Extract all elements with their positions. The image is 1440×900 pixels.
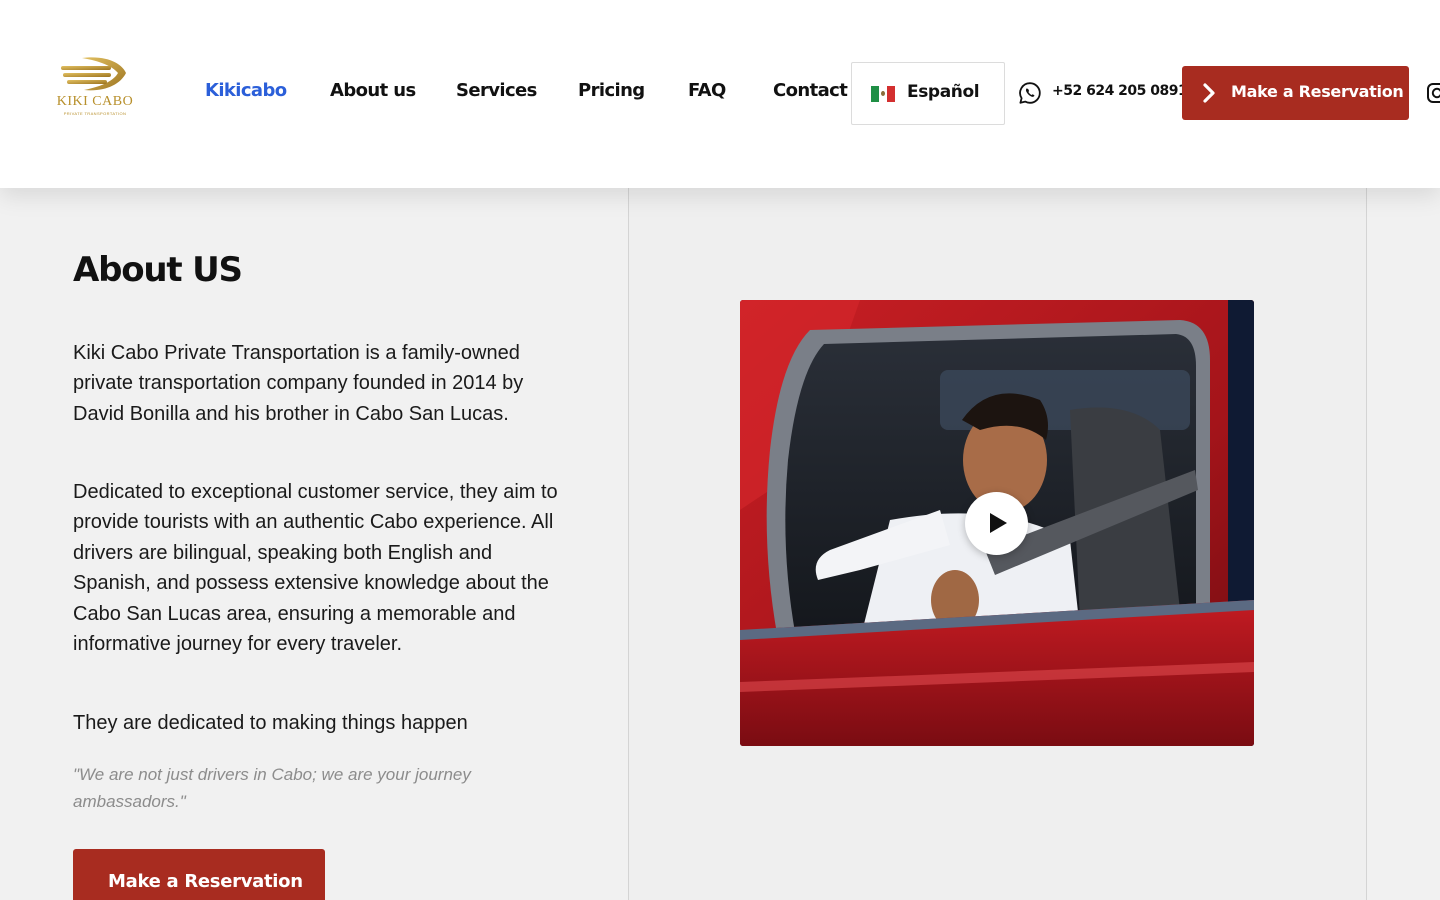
site-header: KIKI CABO PRIVATE TRANSPORTATION Kikicab…	[0, 0, 1440, 188]
about-video[interactable]	[740, 300, 1254, 746]
about-paragraph-1: Kiki Cabo Private Transportation is a fa…	[73, 342, 524, 425]
logo-emblem-icon	[61, 57, 126, 91]
language-label: Español	[907, 82, 980, 102]
about-paragraph-2: Dedicated to exceptional customer servic…	[73, 481, 558, 656]
make-reservation-cta-label: Make a Reservation	[108, 871, 303, 892]
play-icon[interactable]	[965, 492, 1028, 555]
about-paragraph-3: They are dedicated to making things happ…	[73, 712, 468, 734]
about-title: About US	[73, 250, 243, 290]
nav-faq[interactable]: FAQ	[688, 80, 726, 101]
instagram-icon[interactable]	[1426, 82, 1440, 104]
make-reservation-label: Make a Reservation	[1231, 82, 1404, 101]
nav-services[interactable]: Services	[456, 80, 537, 101]
logo-text: KIKI CABO	[56, 94, 134, 109]
logo-subtext: PRIVATE TRANSPORTATION	[63, 111, 127, 116]
make-reservation-cta[interactable]: Make a Reservation	[73, 849, 325, 900]
make-reservation-button[interactable]: Make a Reservation	[1182, 66, 1409, 120]
about-quote: "We are not just drivers in Cabo; we are…	[73, 765, 471, 811]
kiki-cabo-logo[interactable]: KIKI CABO PRIVATE TRANSPORTATION	[48, 56, 142, 122]
nav-pricing[interactable]: Pricing	[578, 80, 645, 101]
chevron-right-icon	[1203, 83, 1215, 103]
nav-kikicabo[interactable]: Kikicabo	[205, 80, 287, 101]
whatsapp-icon[interactable]	[1018, 81, 1042, 105]
language-switcher[interactable]: Español	[851, 62, 1005, 125]
nav-about-us[interactable]: About us	[330, 80, 416, 101]
mexico-flag-icon	[871, 86, 895, 102]
phone-number[interactable]: +52 624 205 0891	[1052, 83, 1188, 99]
